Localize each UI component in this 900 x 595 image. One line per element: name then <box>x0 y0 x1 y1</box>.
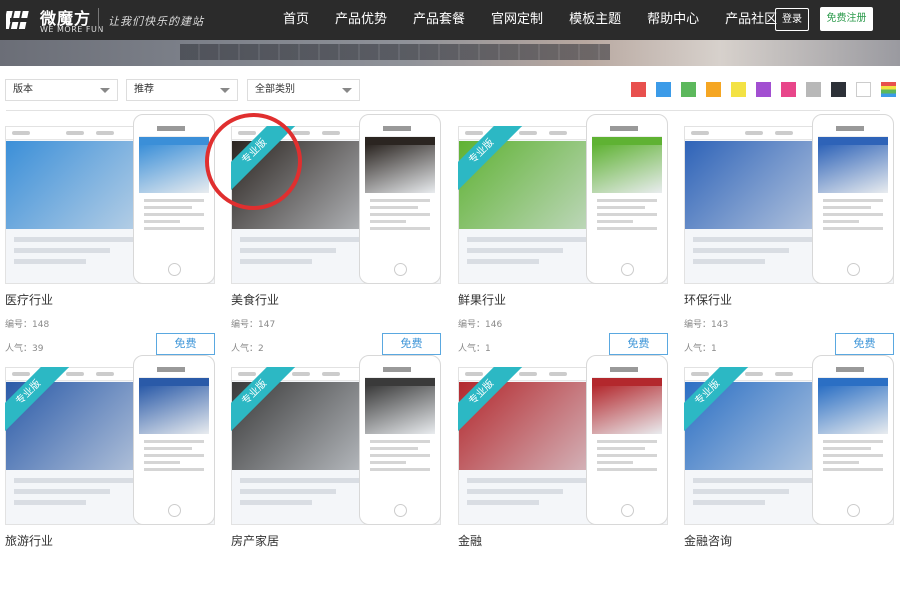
mobile-preview[interactable] <box>133 355 215 525</box>
template-card[interactable]: 专业版 金融 <box>458 355 668 595</box>
chevron-down-icon <box>342 88 352 93</box>
version-select-value: 版本 <box>13 84 33 95</box>
top-navbar: 微魔方 WE MORE FUN 让我们快乐的建站 首页 产品优势 产品套餐 官网… <box>0 0 900 40</box>
template-title[interactable]: 美食行业 <box>231 291 279 308</box>
template-popularity: 人气：1 <box>458 344 491 354</box>
home-button-icon <box>394 504 407 517</box>
template-title[interactable]: 金融咨询 <box>684 532 732 549</box>
hero-banner-image <box>0 40 900 66</box>
nav-custom-site[interactable]: 官网定制 <box>478 0 556 40</box>
color-swatch[interactable] <box>681 82 696 97</box>
free-button[interactable]: 免费 <box>382 333 441 355</box>
pro-ribbon-label: 专业版 <box>5 367 69 431</box>
free-button[interactable]: 免费 <box>156 333 215 355</box>
color-swatch[interactable] <box>706 82 721 97</box>
template-number: 编号：147 <box>231 320 276 330</box>
register-button[interactable]: 免费注册 <box>820 7 873 31</box>
template-title[interactable]: 房产家居 <box>231 532 279 549</box>
mobile-preview[interactable] <box>586 355 668 525</box>
color-swatch[interactable] <box>831 82 846 97</box>
template-card[interactable]: 医疗行业编号：148 人气：39 免费 <box>5 114 215 355</box>
pro-ribbon: 专业版 <box>458 367 522 431</box>
template-title[interactable]: 旅游行业 <box>5 532 53 549</box>
mobile-preview[interactable] <box>359 114 441 284</box>
version-select[interactable]: 版本 <box>5 79 118 101</box>
template-number: 编号：146 <box>458 320 503 330</box>
free-button[interactable]: 免费 <box>835 333 894 355</box>
pro-ribbon: 专业版 <box>684 367 748 431</box>
pro-ribbon: 专业版 <box>231 367 295 431</box>
home-button-icon <box>168 504 181 517</box>
color-swatch[interactable] <box>806 82 821 97</box>
chevron-down-icon <box>100 88 110 93</box>
template-popularity: 人气：1 <box>684 344 717 354</box>
sort-select-value: 推荐 <box>134 84 154 95</box>
main-nav: 首页 产品优势 产品套餐 官网定制 模板主题 帮助中心 产品社区 <box>270 0 790 40</box>
home-button-icon <box>621 504 634 517</box>
pro-ribbon-label: 专业版 <box>458 126 522 190</box>
color-swatch[interactable] <box>856 82 871 97</box>
nav-templates[interactable]: 模板主题 <box>556 0 634 40</box>
pro-ribbon: 专业版 <box>5 367 69 431</box>
free-button[interactable]: 免费 <box>609 333 668 355</box>
template-card[interactable]: 专业版 房产家居 <box>231 355 441 595</box>
template-card[interactable]: 专业版鲜果行业编号：146 人气：1 免费 <box>458 114 668 355</box>
chevron-down-icon <box>220 88 230 93</box>
mobile-preview[interactable] <box>359 355 441 525</box>
template-title[interactable]: 环保行业 <box>684 291 732 308</box>
pro-ribbon-label: 专业版 <box>458 367 522 431</box>
filter-divider <box>6 110 880 111</box>
template-number: 编号：143 <box>684 320 729 330</box>
home-button-icon <box>847 263 860 276</box>
color-swatch[interactable] <box>631 82 646 97</box>
template-card[interactable]: 专业版 旅游行业 <box>5 355 215 595</box>
home-button-icon <box>168 263 181 276</box>
template-number: 编号：148 <box>5 320 50 330</box>
login-button[interactable]: 登录 <box>775 8 809 31</box>
home-button-icon <box>394 263 407 276</box>
color-swatch[interactable] <box>756 82 771 97</box>
color-filter <box>631 82 900 97</box>
color-swatch[interactable] <box>656 82 671 97</box>
nav-advantages[interactable]: 产品优势 <box>322 0 400 40</box>
color-swatch[interactable] <box>731 82 746 97</box>
mobile-preview[interactable] <box>812 355 894 525</box>
template-popularity: 人气：39 <box>5 344 44 354</box>
sort-select[interactable]: 推荐 <box>126 79 238 101</box>
template-title[interactable]: 医疗行业 <box>5 291 53 308</box>
template-card[interactable]: 环保行业编号：143 人气：1 免费 <box>684 114 894 355</box>
pro-ribbon: 专业版 <box>458 126 522 190</box>
template-popularity: 人气：2 <box>231 344 264 354</box>
highlight-circle <box>205 113 302 210</box>
pro-ribbon-label: 专业版 <box>684 367 748 431</box>
template-title[interactable]: 金融 <box>458 532 482 549</box>
nav-packages[interactable]: 产品套餐 <box>400 0 478 40</box>
pro-ribbon-label: 专业版 <box>231 367 295 431</box>
mobile-preview[interactable] <box>133 114 215 284</box>
nav-home[interactable]: 首页 <box>270 0 322 40</box>
mobile-preview[interactable] <box>586 114 668 284</box>
brand-divider <box>98 8 99 32</box>
nav-help[interactable]: 帮助中心 <box>634 0 712 40</box>
mobile-preview[interactable] <box>812 114 894 284</box>
home-button-icon <box>847 504 860 517</box>
color-swatch[interactable] <box>881 82 896 97</box>
home-button-icon <box>621 263 634 276</box>
category-select-value: 全部类别 <box>255 84 295 95</box>
template-title[interactable]: 鲜果行业 <box>458 291 506 308</box>
template-card[interactable]: 专业版 金融咨询 <box>684 355 894 595</box>
brand-subtitle: WE MORE FUN <box>40 25 104 34</box>
category-select[interactable]: 全部类别 <box>247 79 360 101</box>
logo-icon[interactable] <box>6 5 36 35</box>
color-swatch[interactable] <box>781 82 796 97</box>
slogan: 让我们快乐的建站 <box>108 15 204 28</box>
